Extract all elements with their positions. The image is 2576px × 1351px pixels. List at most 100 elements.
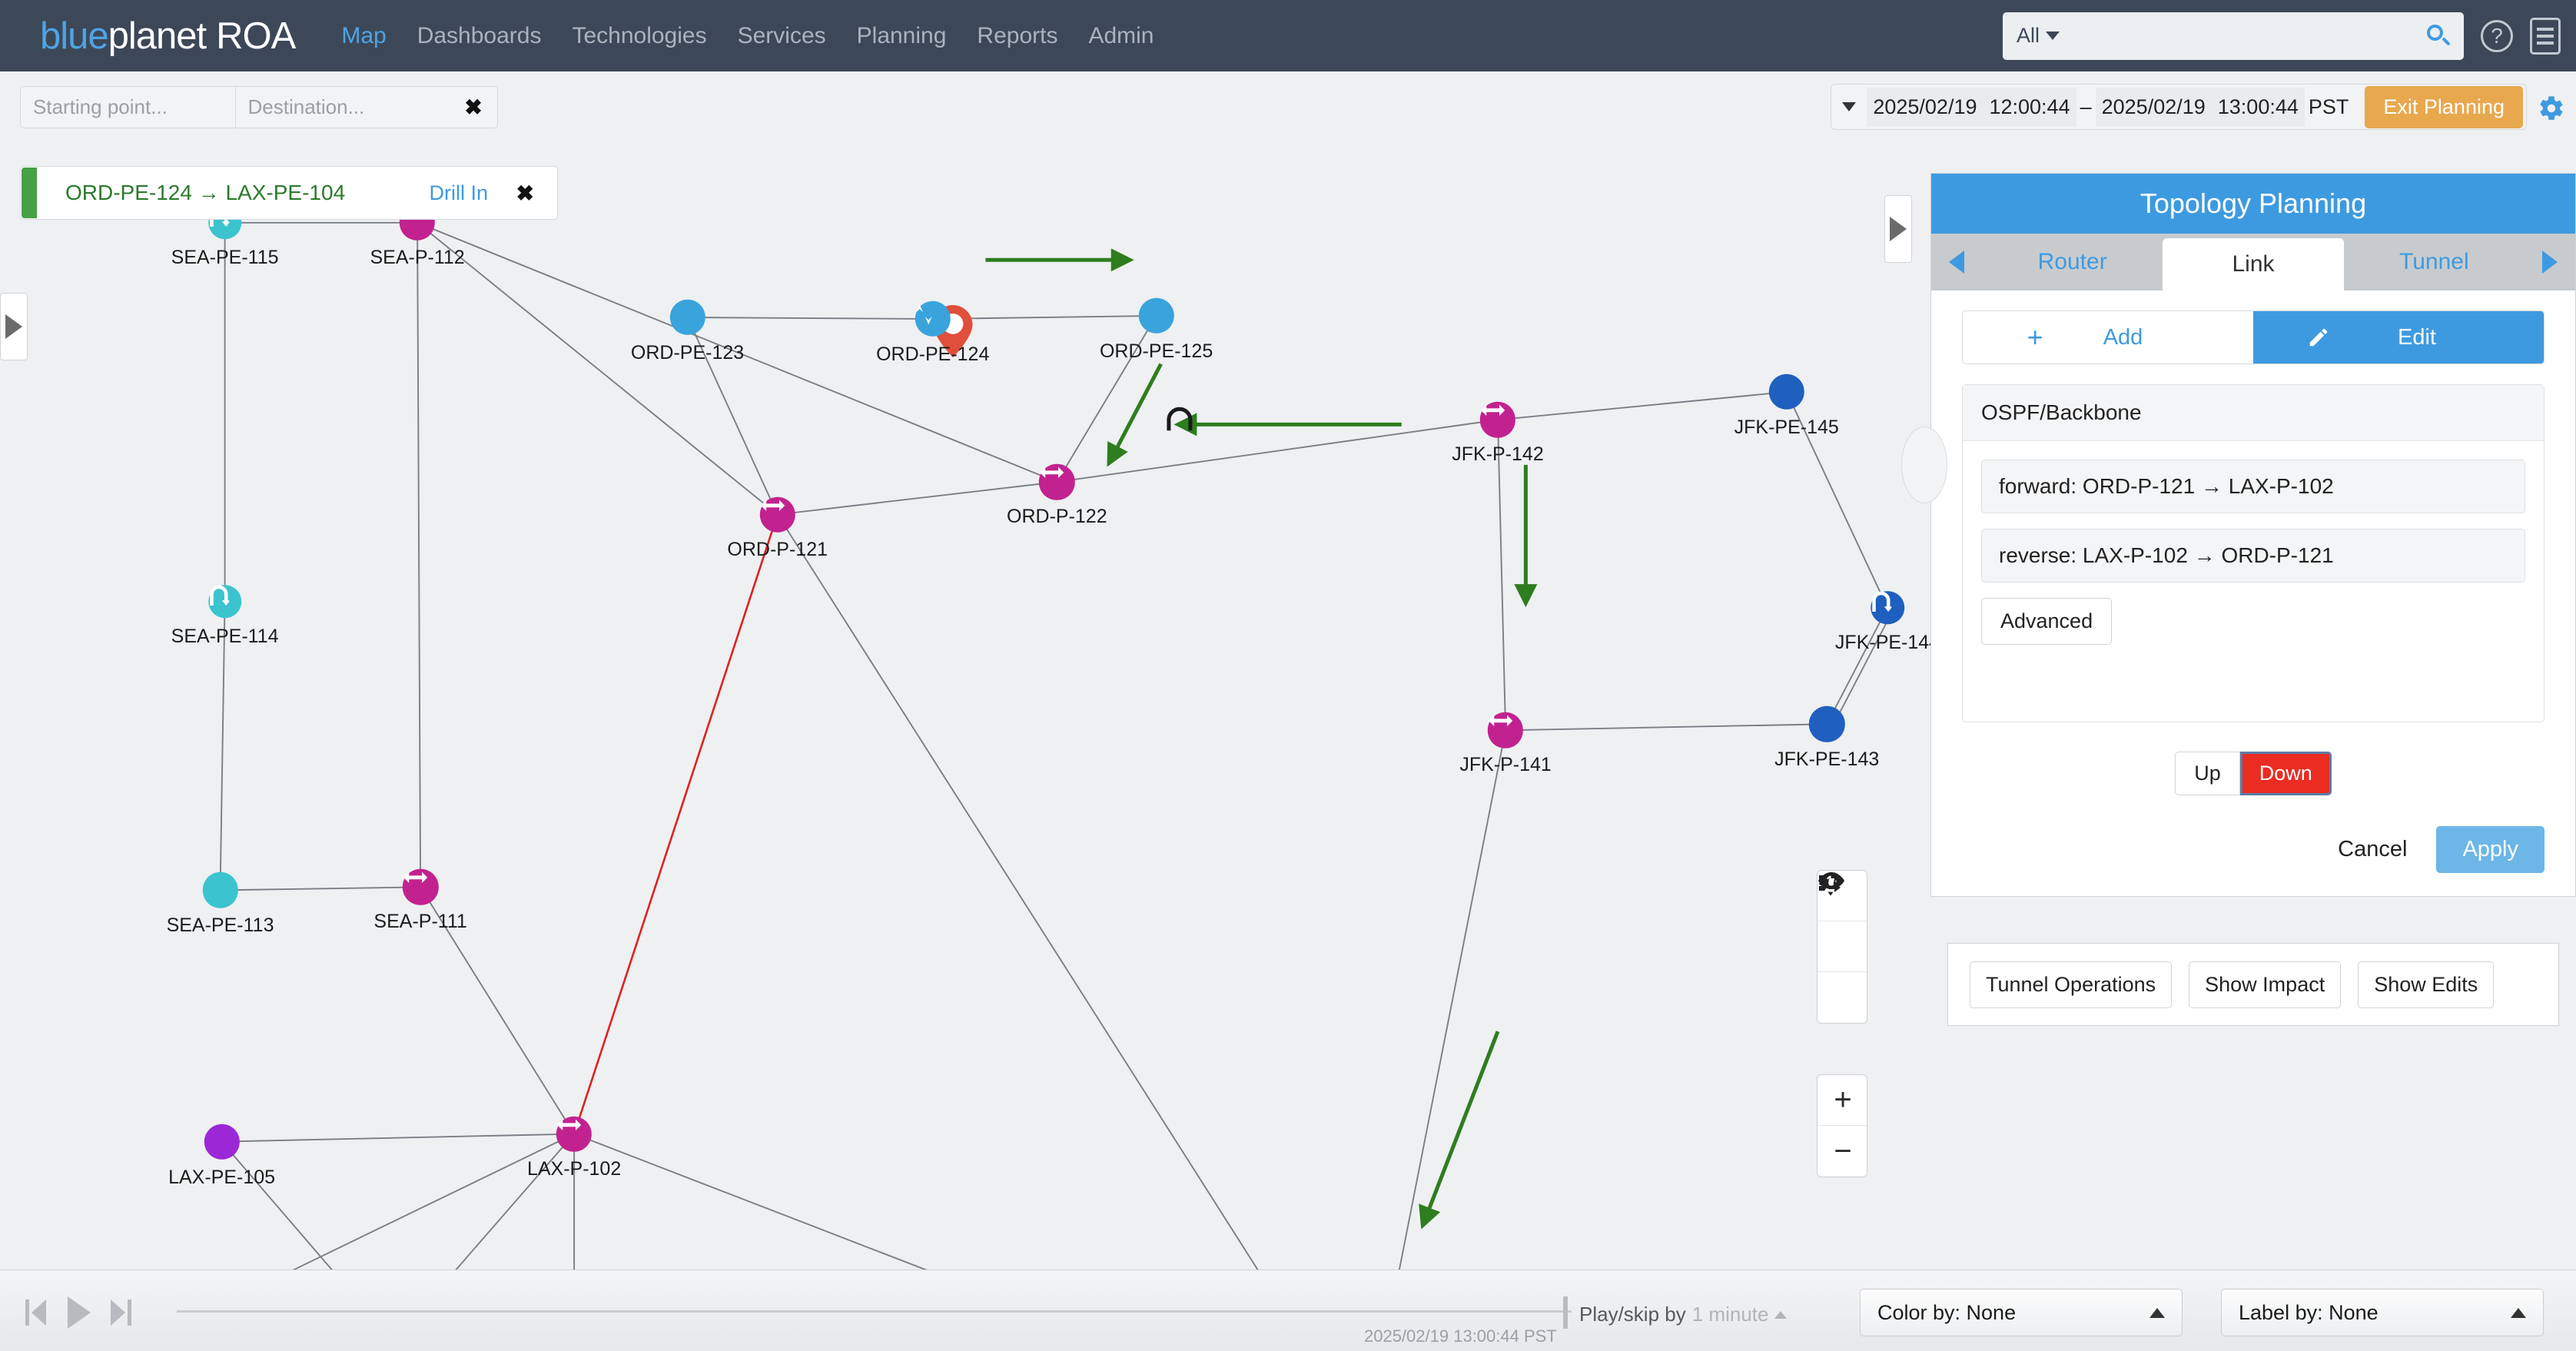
link-reverse-row[interactable]: reverse: LAX-P-102 → ORD-P-121 — [1981, 529, 2525, 583]
play-skip-selector[interactable]: Play/skip by 1 minute — [1579, 1303, 1787, 1326]
timeline-handle[interactable] — [1563, 1296, 1568, 1329]
state-up-button[interactable]: Up — [2175, 752, 2240, 795]
exit-planning-button[interactable]: Exit Planning — [2365, 86, 2523, 128]
clear-path-search-button[interactable]: ✖ — [450, 87, 497, 128]
timeline-track[interactable] — [177, 1310, 1572, 1313]
show-edits-button[interactable]: Show Edits — [2358, 961, 2494, 1008]
tunnel-operations-button[interactable]: Tunnel Operations — [1970, 961, 2172, 1008]
state-down-button[interactable]: Down — [2240, 752, 2332, 795]
nav-item-dashboards[interactable]: Dashboards — [402, 23, 557, 49]
label-by-select[interactable]: Label by: None — [2221, 1289, 2544, 1336]
date-range-end-time[interactable]: 13:00:44 — [2212, 88, 2305, 127]
topology-link[interactable] — [1827, 608, 1887, 725]
apply-button[interactable]: Apply — [2436, 826, 2544, 873]
topology-link[interactable] — [574, 515, 778, 1134]
topology-link[interactable] — [417, 223, 420, 888]
traffic-flow-arrow — [1423, 1031, 1498, 1223]
tab-router[interactable]: Router — [1982, 234, 2163, 290]
link-state-toggle: Up Down — [1962, 752, 2544, 795]
skip-to-end-icon[interactable] — [108, 1296, 134, 1329]
nav-item-services[interactable]: Services — [722, 23, 842, 49]
edit-mode-button[interactable]: Edit — [2253, 311, 2544, 363]
expand-left-panel-handle[interactable] — [0, 293, 28, 360]
collapse-panel-handle[interactable] — [1901, 427, 1947, 503]
expand-left-panel-icon — [5, 314, 22, 339]
search-scope-selector[interactable]: All — [2017, 24, 2060, 48]
chevron-left-icon — [1949, 251, 1964, 274]
current-timestamp: 2025/02/19 13:00:44 PST — [1364, 1326, 1557, 1346]
zoom-out-minus-icon[interactable]: − — [1817, 1126, 1867, 1177]
color-by-select[interactable]: Color by: None — [1860, 1289, 2183, 1336]
add-mode-button[interactable]: + Add — [1963, 311, 2253, 363]
close-path-chip-button[interactable]: ✖ — [516, 181, 534, 206]
topology-link[interactable] — [420, 887, 574, 1134]
search-icon[interactable] — [2427, 25, 2450, 48]
chevron-up-icon — [2149, 1308, 2165, 1318]
help-icon[interactable]: ? — [2481, 20, 2513, 52]
cancel-button[interactable]: Cancel — [2333, 836, 2412, 863]
play-icon[interactable] — [63, 1293, 94, 1332]
drill-in-link[interactable]: Drill In — [429, 181, 488, 205]
skip-to-start-icon[interactable] — [23, 1296, 49, 1329]
show-impact-button[interactable]: Show Impact — [2189, 961, 2341, 1008]
hamburger-menu-icon[interactable] — [2530, 18, 2561, 55]
play-skip-prefix: Play/skip by — [1579, 1303, 1686, 1326]
tab-link[interactable]: Link — [2163, 238, 2343, 290]
date-range-start-time[interactable]: 12:00:44 — [1983, 88, 2076, 127]
global-search[interactable]: All — [2003, 12, 2464, 60]
eye-visibility-icon[interactable] — [1817, 921, 1867, 972]
nav-item-admin[interactable]: Admin — [1073, 23, 1169, 49]
tab-scroll-right-button[interactable] — [2525, 234, 2575, 290]
topology-link[interactable] — [222, 1134, 575, 1142]
topology-link[interactable] — [221, 602, 225, 891]
nav-item-reports[interactable]: Reports — [961, 23, 1073, 49]
topology-node[interactable] — [1871, 591, 1904, 625]
play-skip-value: 1 minute — [1692, 1303, 1769, 1326]
topology-link[interactable] — [574, 1134, 1366, 1270]
nav-item-map[interactable]: Map — [326, 23, 401, 49]
date-range-separator: – — [2076, 95, 2096, 119]
topology-link[interactable] — [1834, 608, 1894, 725]
chevron-down-icon — [2046, 32, 2060, 40]
map-toolbar: Starting point... Destination... ✖ 2025/… — [0, 71, 2576, 139]
advanced-button[interactable]: Advanced — [1981, 598, 2112, 645]
date-range-end-date[interactable]: 2025/02/19 — [2096, 88, 2212, 127]
topology-link[interactable] — [688, 317, 778, 515]
tab-scroll-left-button[interactable] — [1931, 234, 1982, 290]
path-search-bar: Starting point... Destination... ✖ — [20, 86, 498, 128]
tab-tunnel[interactable]: Tunnel — [2344, 234, 2525, 290]
topology-map-canvas[interactable]: SEA-PE-115SEA-P-112SEA-PE-114SEA-PE-113S… — [0, 139, 1930, 1270]
topology-link[interactable] — [1787, 392, 1887, 608]
topology-node[interactable] — [208, 585, 242, 619]
date-range-start-date[interactable]: 2025/02/19 — [1867, 88, 1983, 127]
nav-item-planning[interactable]: Planning — [842, 23, 962, 49]
gear-icon[interactable] — [2538, 95, 2565, 122]
topology-link[interactable] — [1057, 420, 1498, 482]
active-path-chip: ORD-PE-124 → LAX-PE-104 Drill In ✖ — [20, 166, 558, 220]
starting-point-field[interactable]: Starting point... — [21, 87, 235, 128]
link-forward-row[interactable]: forward: ORD-P-121 → LAX-P-102 — [1981, 460, 2525, 513]
path-status-bar — [22, 168, 37, 218]
zoom-in-plus-icon[interactable]: + — [1817, 1075, 1867, 1126]
topology-link[interactable] — [221, 887, 421, 890]
date-range-picker[interactable]: 2025/02/19 12:00:44 – 2025/02/19 13:00:4… — [1831, 84, 2527, 130]
topology-link[interactable] — [225, 1134, 574, 1270]
topology-link[interactable] — [1498, 392, 1787, 420]
topology-link[interactable] — [778, 482, 1057, 514]
topology-link[interactable] — [1505, 724, 1827, 730]
topology-link[interactable] — [688, 317, 933, 319]
topology-link[interactable] — [778, 515, 1366, 1270]
chevron-down-icon[interactable] — [1842, 102, 1856, 111]
topology-link[interactable] — [1498, 420, 1505, 730]
search-input[interactable] — [2069, 23, 2427, 48]
topology-link[interactable] — [211, 1134, 574, 1270]
topology-link[interactable] — [222, 1142, 575, 1270]
nav-item-technologies[interactable]: Technologies — [556, 23, 722, 49]
expand-right-panel-handle[interactable] — [1884, 195, 1912, 263]
expand-right-panel-icon — [1890, 217, 1907, 241]
destination-field[interactable]: Destination... — [236, 87, 450, 128]
topology-link[interactable] — [417, 223, 778, 515]
panel-operations-bar: Tunnel Operations Show Impact Show Edits — [1947, 943, 2559, 1026]
brand-logo[interactable]: blueplanetROA — [40, 15, 295, 58]
shuffle-reroute-icon[interactable] — [1817, 972, 1867, 1023]
